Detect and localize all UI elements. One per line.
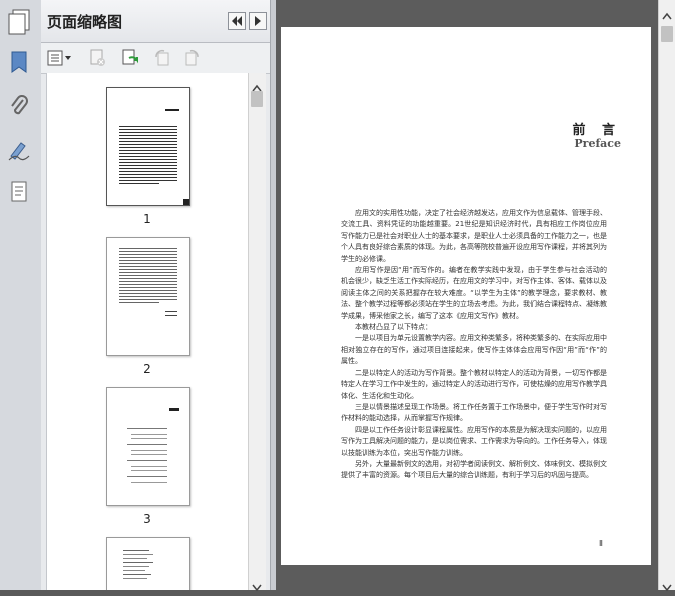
scroll-down-icon[interactable] [252, 577, 262, 596]
insert-page-icon [122, 49, 138, 65]
rotate-counterclockwise-button[interactable] [151, 48, 173, 68]
paragraph: 一是以项目为单元设置教学内容。应用文种类繁多，将种类繁多的、在实际应用中相对独立… [341, 334, 607, 366]
rotate-clockwise-button[interactable] [181, 48, 203, 68]
rotate-right-icon [185, 49, 199, 66]
panel-title: 页面缩略图 [47, 13, 123, 31]
paragraph: 应用文的实用性功能，决定了社会经济越发达，应用文作为信息载体、管理手段、交流工具… [341, 209, 607, 263]
page-heading-english: Preface [574, 137, 621, 150]
paragraph: 另外，大量最新例文的选用，对初学者阅读例文、解析例文、体味例文、模拟例文提供了丰… [341, 459, 607, 480]
delete-pages-button[interactable] [87, 48, 109, 68]
options-menu-button[interactable] [47, 48, 73, 68]
paragraph: 二是以特定人的活动为写作背景。整个教材以特定人的活动为背景，一切写作都是特定人在… [341, 368, 607, 400]
thumbnail-label-2: 2 [143, 362, 151, 376]
thumbnail-label-3: 3 [143, 512, 151, 526]
delete-page-icon [90, 49, 105, 66]
thumbnails-toolbar [41, 43, 270, 74]
thumbnail-label-1: 1 [143, 212, 151, 226]
signatures-icon[interactable] [5, 136, 33, 164]
attachments-icon[interactable] [5, 92, 33, 120]
paragraph: 本教材凸显了以下特点： [355, 323, 432, 332]
collapse-panel-button[interactable] [228, 12, 246, 30]
paragraph: 应用写作是因“用”而写作的。编者在教学实践中发现，由于学生参与社会活动的机会很少… [341, 266, 607, 320]
document-scrollbar[interactable] [658, 0, 675, 592]
page-number: Ⅱ [599, 539, 603, 548]
scroll-thumb[interactable] [661, 26, 673, 42]
thumbnail-list: 1 2 3 [46, 73, 249, 590]
scroll-down-icon[interactable] [662, 577, 672, 596]
scroll-up-icon[interactable] [662, 5, 672, 24]
panel-header: 页面缩略图 [8, 0, 270, 43]
insert-pages-button[interactable] [119, 48, 141, 68]
page-heading: 前 言 [572, 123, 621, 138]
thumbnail-scrollbar[interactable] [248, 73, 266, 592]
options-list-icon [47, 50, 71, 66]
page-thumbnails-icon[interactable] [5, 178, 33, 206]
expand-panel-button[interactable] [249, 12, 267, 30]
scroll-thumb[interactable] [251, 91, 263, 107]
page-thumbnail-3[interactable] [106, 387, 190, 506]
page-body: 应用文的实用性功能，决定了社会经济越发达，应用文作为信息载体、管理手段、交流工具… [341, 208, 607, 482]
page-thumbnail-4[interactable] [106, 537, 190, 590]
page-thumbnails-panel: 页面缩略图 1 2 3 [8, 0, 270, 592]
paragraph: 三是以情景描述呈现工作场景。将工作任务置于工作场景中，便于学生写作时对写作材料的… [341, 402, 607, 423]
page-thumbnail-1[interactable] [106, 87, 190, 206]
rotate-left-icon [155, 49, 169, 66]
document-view: 前 言 Preface 应用文的实用性功能，决定了社会经济越发达，应用文作为信息… [276, 0, 658, 590]
navigation-pane-strip [0, 0, 42, 590]
chevron-right-icon [255, 16, 261, 26]
bookmarks-icon[interactable] [5, 48, 33, 76]
document-icon [7, 8, 33, 40]
page-thumbnail-2[interactable] [106, 237, 190, 356]
document-page: 前 言 Preface 应用文的实用性功能，决定了社会经济越发达，应用文作为信息… [281, 27, 651, 565]
paragraph: 四是以工作任务设计彰显课程属性。应用写作的本质是为解决现实问题的，以应用写作为工… [341, 425, 607, 457]
double-chevron-left-icon [232, 16, 242, 26]
